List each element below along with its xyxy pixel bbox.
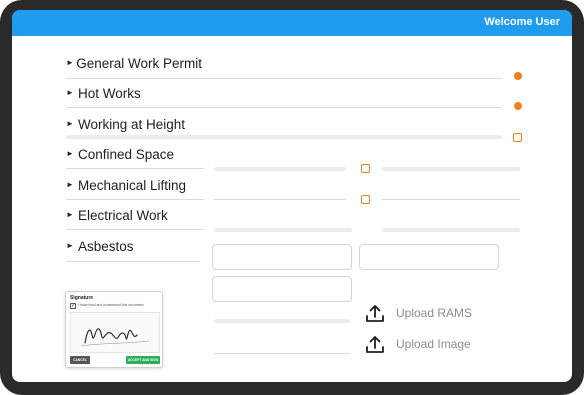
expand-arrow-icon: ►: [66, 149, 74, 158]
permit-item-mechanical-lifting[interactable]: ► Mechanical Lifting: [66, 173, 202, 197]
pending-ring-icon: [513, 133, 522, 142]
upload-image-button[interactable]: Upload Image: [364, 333, 471, 355]
expand-arrow-icon: ►: [66, 58, 74, 67]
expand-arrow-icon: ►: [66, 180, 74, 189]
permit-label: Mechanical Lifting: [78, 177, 187, 193]
expand-arrow-icon: ►: [66, 210, 74, 219]
permit-label: Hot Works: [78, 85, 141, 101]
app-screen: Welcome User ► General Work Permit ► Hot…: [12, 10, 572, 382]
permit-item-working-at-height[interactable]: ► Working at Height: [66, 112, 202, 136]
permit-item-asbestos[interactable]: ► Asbestos: [66, 234, 202, 258]
upload-rams-label: Upload RAMS: [396, 306, 473, 320]
placeholder-bar: [214, 319, 350, 323]
signature-drawing: [80, 328, 150, 347]
placeholder-bar: [382, 228, 520, 232]
placeholder-bar: [66, 135, 502, 139]
expand-arrow-icon: ►: [66, 241, 74, 250]
placeholder-bar: [214, 228, 352, 232]
permit-label: Asbestos: [78, 238, 134, 254]
signature-card: Signature ✓ I have read and understood t…: [65, 291, 163, 368]
form-input-field[interactable]: [359, 244, 499, 270]
permit-item-electrical-work[interactable]: ► Electrical Work: [66, 203, 202, 227]
permit-item-hot-works[interactable]: ► Hot Works: [66, 81, 202, 105]
upload-icon: [366, 336, 384, 353]
permit-label: Electrical Work: [78, 207, 168, 223]
signature-title: Signature: [70, 295, 94, 301]
upload-image-label: Upload Image: [396, 337, 471, 351]
signature-cancel-button[interactable]: CANCEL: [70, 356, 90, 364]
expand-arrow-icon: ►: [66, 119, 74, 128]
status-dot-icon: [514, 72, 522, 80]
signature-accept-button[interactable]: ACCEPT AND SIGN: [126, 356, 160, 364]
form-input-field[interactable]: [212, 244, 352, 270]
row-divider: [66, 168, 204, 169]
signature-consent-text: I have read and understood this document: [78, 303, 144, 307]
status-dot-icon: [514, 102, 522, 110]
expand-arrow-icon: ►: [66, 88, 74, 97]
checkbox-icon[interactable]: ✓: [70, 303, 76, 309]
row-divider: [66, 199, 204, 200]
row-divider: [66, 261, 200, 262]
permit-item-general-work-permit[interactable]: ► General Work Permit: [66, 51, 202, 75]
form-input-field[interactable]: [212, 276, 352, 302]
upload-rams-button[interactable]: Upload RAMS: [364, 302, 472, 324]
row-divider: [214, 199, 346, 200]
pending-ring-icon: [361, 164, 370, 173]
upload-icon: [366, 305, 384, 322]
permit-item-confined-space[interactable]: ► Confined Space: [66, 142, 202, 166]
signature-pad[interactable]: [70, 312, 160, 353]
welcome-user-label[interactable]: Welcome User: [484, 16, 560, 28]
permit-label: General Work Permit: [76, 55, 202, 71]
placeholder-bar: [382, 167, 520, 171]
pending-ring-icon: [361, 195, 370, 204]
row-divider: [382, 199, 520, 200]
row-divider: [66, 229, 204, 230]
row-divider: [66, 107, 502, 108]
placeholder-bar: [214, 167, 346, 171]
permit-label: Confined Space: [78, 146, 175, 162]
row-divider: [214, 353, 350, 354]
top-bar: Welcome User: [12, 10, 572, 36]
permit-label: Working at Height: [78, 116, 186, 132]
row-divider: [66, 78, 502, 79]
